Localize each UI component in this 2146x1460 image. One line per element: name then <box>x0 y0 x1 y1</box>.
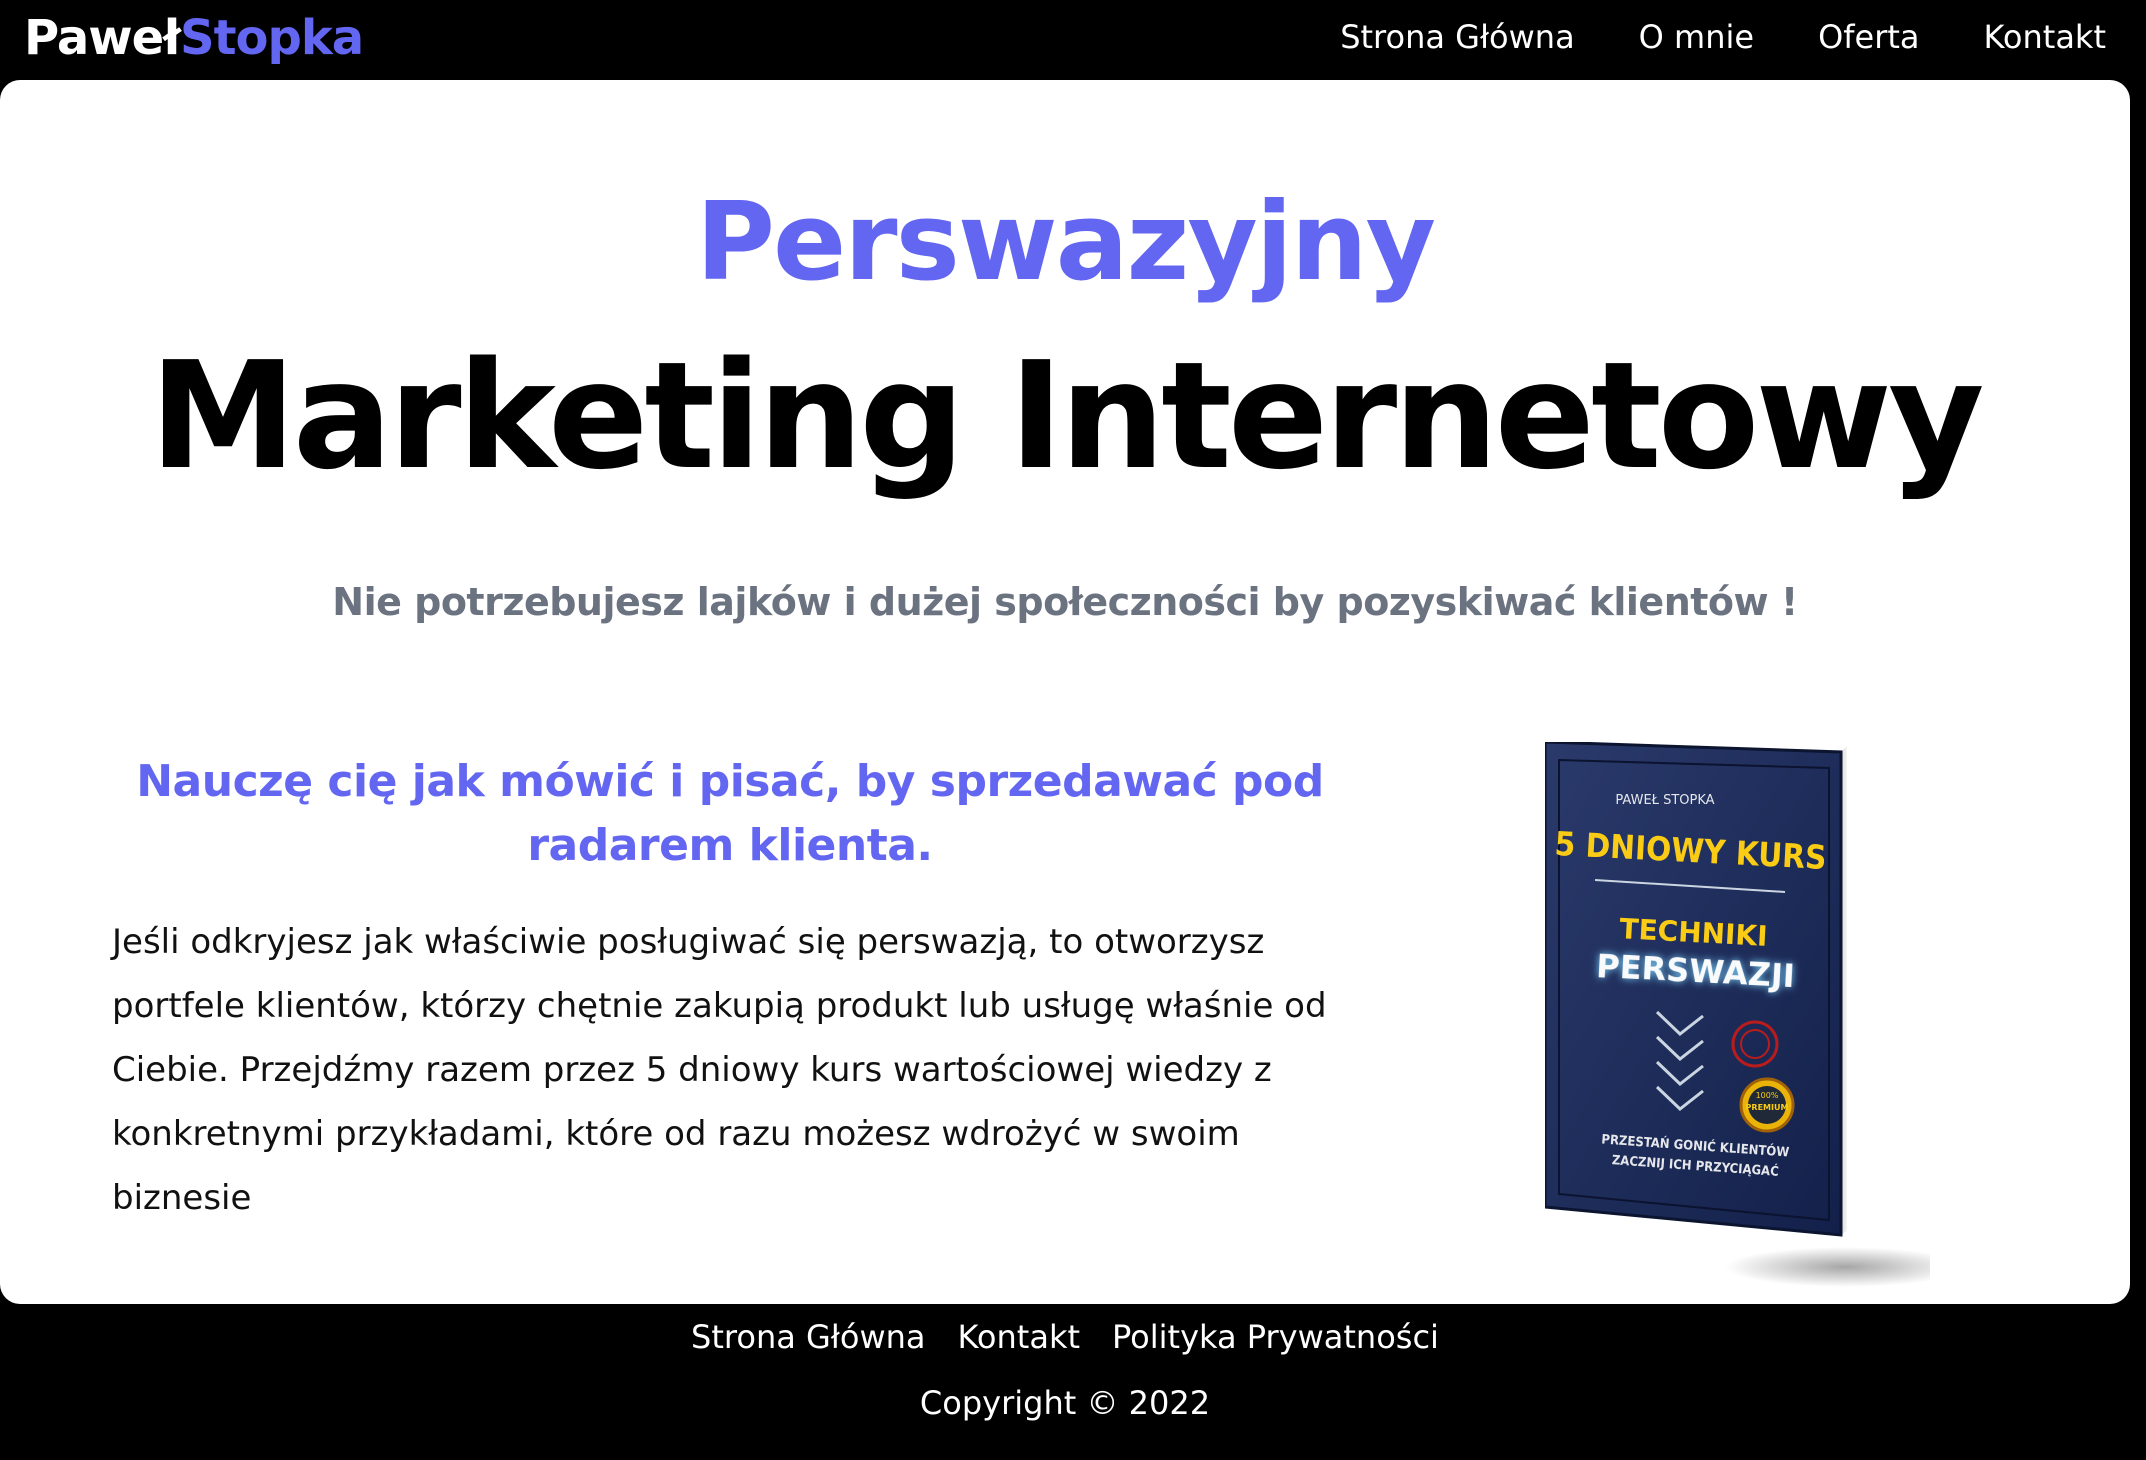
nav-link-contact[interactable]: Kontakt <box>1984 18 2106 56</box>
hero-card: Perswazyjny Marketing Internetowy Nie po… <box>0 80 2130 1304</box>
ebook-cover-image: PAWEŁ STOPKA 5 DNIOWY KURS TECHNIKI PERS… <box>1545 742 1930 1287</box>
hero-title: Marketing Internetowy <box>149 330 1984 502</box>
hero-accent-heading: Perswazyjny <box>695 180 1436 305</box>
course-heading: Nauczę cię jak mówić i pisać, by sprzeda… <box>136 756 1324 871</box>
copyright-text: Copyright © 2022 <box>919 1384 1211 1422</box>
badge-percent: 100% <box>1756 1091 1779 1100</box>
hero-subtitle: Nie potrzebujesz lajków i dużej społeczn… <box>332 580 1798 624</box>
main-nav: Strona Główna O mnie Oferta Kontakt <box>1340 18 2106 56</box>
footer-link-privacy[interactable]: Polityka Prywatności <box>1112 1318 1439 1356</box>
footer-link-contact[interactable]: Kontakt <box>958 1318 1080 1356</box>
book-author: PAWEŁ STOPKA <box>1615 793 1714 808</box>
nav-link-home[interactable]: Strona Główna <box>1340 18 1574 56</box>
site-logo[interactable]: PawełStopka <box>24 10 364 66</box>
footer-link-home[interactable]: Strona Główna <box>691 1318 925 1356</box>
footer-nav: Strona Główna Kontakt Polityka Prywatnoś… <box>0 1318 2130 1356</box>
logo-first-name: Paweł <box>24 10 181 66</box>
logo-last-name: Stopka <box>180 10 364 66</box>
nav-link-offer[interactable]: Oferta <box>1818 18 1919 56</box>
top-navbar: PawełStopka Strona Główna O mnie Oferta … <box>0 0 2146 80</box>
badge-label: PREMIUM <box>1746 1103 1789 1112</box>
course-description: Jeśli odkryjesz jak właściwie posługiwać… <box>112 922 1327 1218</box>
nav-link-about[interactable]: O mnie <box>1639 18 1754 56</box>
